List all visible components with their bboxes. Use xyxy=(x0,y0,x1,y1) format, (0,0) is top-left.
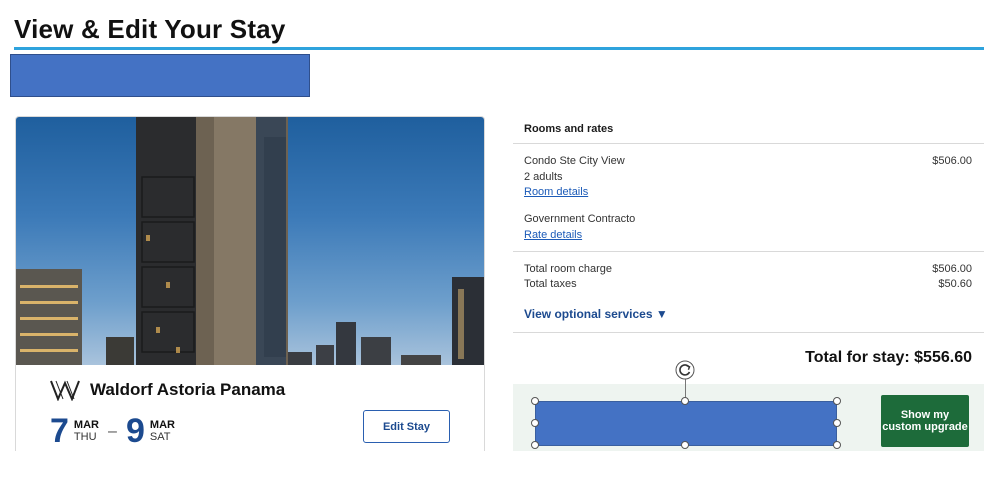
waldorf-astoria-logo-icon xyxy=(50,380,80,401)
resize-handle-top-left[interactable] xyxy=(531,397,539,405)
room-details-link[interactable]: Room details xyxy=(524,186,588,198)
rates-divider xyxy=(513,251,984,252)
resize-handle-bottom[interactable] xyxy=(681,441,689,449)
redacted-selection-box[interactable] xyxy=(535,401,837,446)
resize-handle-top[interactable] xyxy=(681,397,689,405)
hotel-photo xyxy=(16,117,484,365)
total-divider xyxy=(513,332,984,333)
date-separator: – xyxy=(108,423,117,440)
total-room-value: $506.00 xyxy=(932,263,972,275)
checkout-date: 9 MAR SAT xyxy=(126,414,175,448)
hotel-name: Waldorf Astoria Panama xyxy=(90,380,286,399)
resize-handle-bottom-left[interactable] xyxy=(531,441,539,449)
checkin-date: 7 MAR THU xyxy=(50,414,99,448)
rates-header: Rooms and rates xyxy=(513,116,984,144)
rotate-handle-icon[interactable] xyxy=(674,359,696,381)
edit-stay-button[interactable]: Edit Stay xyxy=(363,410,450,443)
checkout-month: MAR xyxy=(149,419,175,431)
resize-handle-bottom-right[interactable] xyxy=(833,441,841,449)
page-title: View & Edit Your Stay xyxy=(14,14,286,44)
room-price: $506.00 xyxy=(932,155,972,167)
title-divider xyxy=(14,47,984,50)
resize-handle-right[interactable] xyxy=(833,419,841,427)
total-room-label: Total room charge xyxy=(524,263,613,275)
redacted-block xyxy=(10,54,310,97)
checkout-day: 9 xyxy=(126,412,145,450)
resize-handle-left[interactable] xyxy=(531,419,539,427)
total-for-stay: Total for stay: $556.60 xyxy=(805,349,972,366)
total-taxes-value: $50.60 xyxy=(938,278,972,290)
checkout-weekday: SAT xyxy=(149,431,171,443)
show-custom-upgrade-button[interactable]: Show my custom upgrade xyxy=(881,395,969,447)
checkin-weekday: THU xyxy=(73,431,97,443)
hotel-brand-row: Waldorf Astoria Panama xyxy=(50,379,285,401)
hotel-card: Waldorf Astoria Panama 7 MAR THU – 9 MAR… xyxy=(15,116,485,451)
resize-handle-top-right[interactable] xyxy=(833,397,841,405)
checkin-day: 7 xyxy=(50,412,69,450)
rate-details-link[interactable]: Rate details xyxy=(524,229,582,241)
checkin-month: MAR xyxy=(73,419,99,431)
guest-count: 2 adults xyxy=(524,171,563,183)
total-taxes-label: Total taxes xyxy=(524,278,577,290)
view-optional-services-link[interactable]: View optional services ▼ xyxy=(524,307,668,321)
room-name: Condo Ste City View xyxy=(524,155,625,167)
rate-name: Government Contracto xyxy=(524,213,636,225)
